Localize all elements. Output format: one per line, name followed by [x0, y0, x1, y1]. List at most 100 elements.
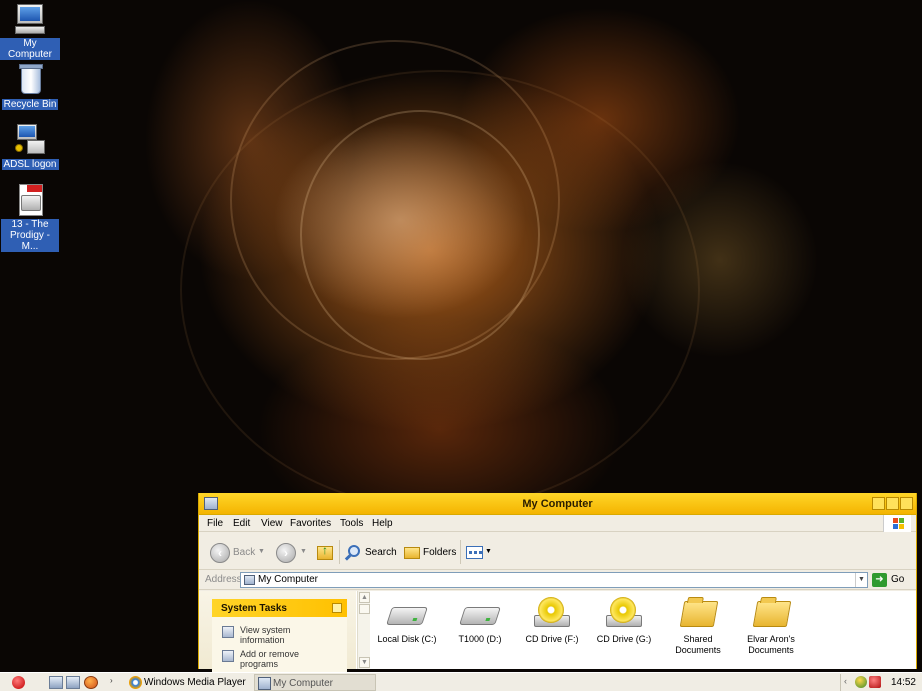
recycle-bin-icon [13, 62, 47, 96]
chevron-down-icon: ▼ [300, 548, 307, 555]
toolbar-separator [339, 540, 340, 564]
taskbar-task-media-player[interactable]: Windows Media Player [126, 674, 250, 691]
cd-drive-icon [532, 597, 572, 631]
address-dropdown-button[interactable]: ▼ [855, 573, 867, 587]
tray-app-icon[interactable] [855, 676, 867, 688]
quick-launch-explorer-icon[interactable] [66, 676, 80, 689]
drive-label: T1000 (D:) [458, 634, 502, 644]
folders-icon [404, 547, 420, 559]
search-button[interactable]: Search [344, 543, 397, 563]
content-area: System Tasks View system information Add… [199, 591, 916, 677]
folder-icon [678, 597, 719, 631]
drive-local-disk-c[interactable]: Local Disk (C:) [370, 597, 444, 645]
wallpaper-swirl [180, 70, 700, 510]
address-value: My Computer [258, 574, 319, 585]
system-tasks-title: System Tasks [221, 603, 287, 614]
menu-tools[interactable]: Tools [340, 518, 363, 529]
title-bar[interactable]: My Computer [199, 493, 916, 515]
hard-disk-icon [386, 597, 428, 631]
folder-label: Shared Documents [675, 634, 721, 655]
scroll-up-arrow-icon[interactable]: ▲ [359, 592, 370, 603]
search-label: Search [365, 547, 397, 558]
folders-label: Folders [423, 547, 457, 558]
drive-cd-g[interactable]: CD Drive (G:) [587, 597, 661, 645]
start-button[interactable] [4, 674, 32, 691]
close-button[interactable] [900, 497, 913, 510]
go-button[interactable]: ➜ Go [872, 572, 912, 588]
go-arrow-icon: ➜ [872, 573, 887, 587]
drive-cd-f[interactable]: CD Drive (F:) [515, 597, 589, 645]
taskbar: › Windows Media Player My Computer ‹ 14:… [0, 672, 922, 691]
my-computer-window: My Computer File Edit View Favorites Too… [198, 493, 917, 677]
system-tasks-panel: System Tasks View system information Add… [212, 599, 347, 677]
my-computer-icon [258, 677, 271, 690]
cd-drive-icon [604, 597, 644, 631]
back-label: Back [233, 547, 256, 558]
collapse-icon[interactable] [332, 603, 342, 613]
forward-button[interactable]: › ▼ [276, 543, 310, 563]
windows-logo-icon [883, 515, 911, 532]
firefox-icon[interactable] [84, 676, 98, 689]
desktop-icon-adsl-logon[interactable]: ADSL logon [0, 122, 60, 170]
menu-help[interactable]: Help [372, 518, 393, 529]
tray-network-icon[interactable] [869, 676, 881, 688]
task-label: Windows Media Player [144, 677, 246, 688]
folders-button[interactable]: Folders [402, 543, 456, 563]
chevron-down-icon: ▼ [258, 548, 265, 555]
folder-elvar-aron-documents[interactable]: Elvar Aron's Documents [734, 597, 808, 656]
scroll-thumb[interactable] [359, 604, 370, 614]
desktop-icon-mp3-file[interactable]: 13 - The Prodigy - M... [0, 183, 60, 252]
maximize-button[interactable] [886, 497, 899, 510]
show-hidden-icons-icon[interactable]: ‹ [844, 676, 847, 686]
address-input[interactable]: My Computer ▼ [240, 572, 868, 588]
desktop-icon-recycle-bin[interactable]: Recycle Bin [0, 62, 60, 110]
desktop-icon-my-computer[interactable]: My Computer [0, 2, 60, 60]
vertical-scrollbar[interactable]: ▲ ▼ [357, 591, 370, 669]
taskbar-task-my-computer[interactable]: My Computer [254, 674, 376, 691]
up-folder-button[interactable]: ↑ [315, 543, 335, 563]
menu-edit[interactable]: Edit [233, 518, 250, 529]
go-label: Go [891, 574, 905, 585]
views-icon [466, 546, 483, 559]
desktop-icon-label: 13 - The Prodigy - M... [1, 219, 59, 252]
hard-disk-icon [459, 597, 501, 631]
folder-shared-documents[interactable]: Shared Documents [661, 597, 735, 656]
quick-launch-desktop-icon[interactable] [49, 676, 63, 689]
scroll-down-arrow-icon[interactable]: ▼ [359, 657, 370, 668]
task-label: My Computer [273, 678, 334, 689]
drive-label: Local Disk (C:) [377, 634, 437, 644]
views-button[interactable]: ▼ [466, 543, 492, 563]
folder-label: Elvar Aron's Documents [747, 634, 795, 655]
back-arrow-icon: ‹ [210, 543, 230, 563]
desktop-icon-label: ADSL logon [1, 159, 59, 170]
toolbar-separator [460, 540, 461, 564]
desktop-icon-label: My Computer [0, 38, 60, 60]
drive-label: CD Drive (G:) [596, 634, 652, 644]
mp3-file-icon [13, 183, 47, 217]
add-remove-programs-icon [222, 650, 234, 662]
window-title: My Computer [522, 498, 593, 510]
menu-bar: File Edit View Favorites Tools Help [199, 515, 916, 532]
folder-icon [751, 597, 792, 631]
desktop-icon-label: Recycle Bin [1, 99, 59, 110]
system-tray: ‹ 14:52 [840, 674, 918, 691]
menu-view[interactable]: View [261, 518, 283, 529]
toolbar: ‹ Back ▼ › ▼ ↑ Search Folders ▼ [199, 532, 916, 570]
task-label: View system information [240, 625, 291, 645]
clock: 14:52 [890, 677, 916, 688]
system-info-icon [222, 626, 234, 638]
up-arrow-icon: ↑ [322, 543, 328, 557]
drive-label: CD Drive (F:) [525, 634, 579, 644]
chevron-down-icon: ▼ [485, 548, 492, 555]
menu-favorites[interactable]: Favorites [290, 518, 331, 529]
minimize-button[interactable] [872, 497, 885, 510]
address-bar: Address My Computer ▼ ➜ Go [199, 570, 916, 590]
system-tasks-header[interactable]: System Tasks [212, 599, 347, 617]
address-label: Address [205, 574, 242, 585]
quick-launch-chevron-icon[interactable]: › [110, 676, 113, 685]
menu-file[interactable]: File [207, 518, 223, 529]
search-icon-handle [344, 554, 352, 561]
drive-t1000-d[interactable]: T1000 (D:) [443, 597, 517, 645]
forward-arrow-icon: › [276, 543, 296, 563]
back-button[interactable]: ‹ Back ▼ [210, 543, 268, 563]
